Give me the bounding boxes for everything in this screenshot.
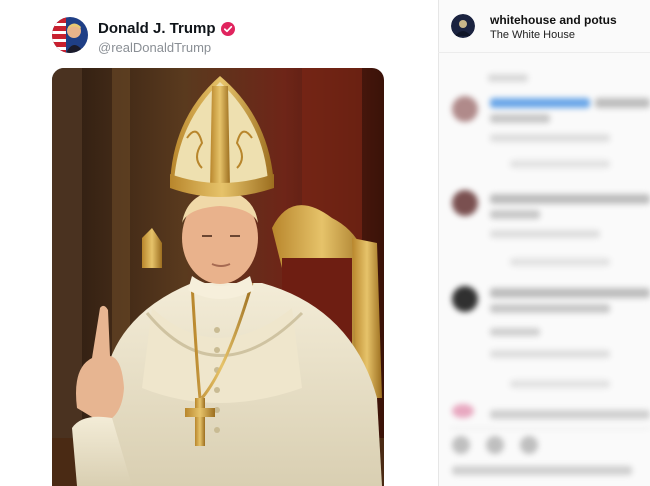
display-name[interactable]: Donald J. Trump xyxy=(98,20,216,37)
like-icon[interactable] xyxy=(452,436,470,454)
tweet-panel: Donald J. Trump @realDonaldTrump xyxy=(0,0,438,486)
instagram-subtitle: The White House xyxy=(490,29,575,41)
pope-portrait-image[interactable] xyxy=(52,68,384,486)
share-icon[interactable] xyxy=(520,436,538,454)
verified-badge-icon xyxy=(220,21,235,36)
user-handle[interactable]: @realDonaldTrump xyxy=(98,40,211,55)
instagram-avatar[interactable] xyxy=(451,14,475,38)
header-divider xyxy=(438,52,650,53)
name-row: Donald J. Trump xyxy=(98,20,235,37)
profile-avatar[interactable] xyxy=(52,17,88,53)
comment-icon[interactable] xyxy=(486,436,504,454)
commenter-avatar xyxy=(452,96,478,122)
instagram-username[interactable]: whitehouse and potus xyxy=(490,13,617,27)
